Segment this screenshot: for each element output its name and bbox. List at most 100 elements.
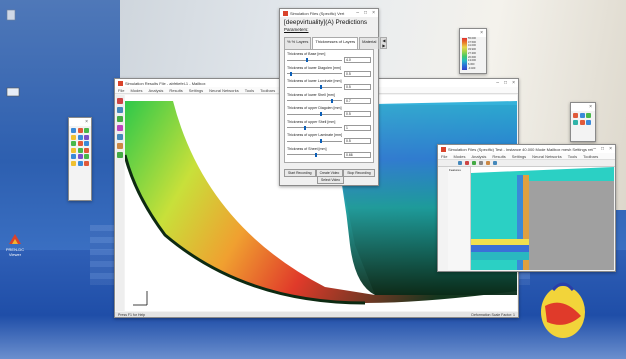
tool-button-icon[interactable] [71, 154, 76, 159]
dialog-titlebar[interactable]: Simulation Files (Specific) Vert – □ × [280, 9, 378, 17]
toolbar-icon[interactable] [479, 161, 483, 165]
tool-button-icon[interactable] [71, 147, 76, 153]
tab-thicknesses[interactable]: Thicknesses of Layers [312, 37, 359, 49]
thickness-value-field[interactable]: 1 [344, 124, 371, 131]
tool-button-icon[interactable] [579, 113, 585, 118]
tool-icon[interactable] [117, 134, 123, 140]
tool-button-icon[interactable] [586, 113, 591, 118]
slider-thumb[interactable] [303, 125, 306, 130]
tool-button-icon[interactable] [586, 119, 591, 125]
minimize-icon[interactable]: – [356, 10, 359, 16]
secondary-titlebar[interactable]: Simulation Files (Specific) Test - Insta… [438, 145, 615, 153]
tool-button-icon[interactable] [84, 147, 89, 153]
thickness-slider[interactable] [287, 98, 342, 103]
close-icon[interactable]: × [480, 30, 483, 36]
menu-analysis[interactable]: Analysis [471, 154, 486, 159]
tool-button-icon[interactable] [71, 128, 76, 133]
slider-thumb[interactable] [320, 112, 322, 116]
secondary-3d-viewport[interactable] [471, 167, 614, 270]
tool-button-icon[interactable] [77, 134, 83, 140]
thickness-slider[interactable] [287, 125, 342, 130]
feature-tree-panel[interactable]: Features [448, 167, 471, 270]
tool-button-icon[interactable] [84, 128, 89, 133]
thickness-slider[interactable] [287, 152, 342, 157]
toolbar-icon[interactable] [465, 161, 469, 165]
thickness-value-field[interactable]: 0.66 [344, 151, 371, 158]
view-toolbox-titlebar[interactable]: × [571, 103, 595, 111]
maximize-icon[interactable]: □ [364, 10, 367, 16]
tab-material[interactable]: Material [359, 37, 380, 49]
toolbar-icon[interactable] [493, 161, 497, 165]
thickness-value-field[interactable]: 0.7 [344, 97, 371, 104]
menu-file[interactable]: File [118, 88, 124, 93]
thickness-slider[interactable] [287, 58, 342, 62]
slider-thumb[interactable] [331, 98, 333, 103]
menu-results[interactable]: Results [492, 154, 505, 159]
toolbox-window[interactable]: × [68, 117, 92, 201]
thickness-value-field[interactable]: 0.5 [344, 111, 371, 117]
minimize-icon[interactable]: – [593, 146, 596, 152]
tool-button-icon[interactable] [71, 134, 76, 140]
menu-results[interactable]: Results [169, 88, 182, 93]
close-icon[interactable]: × [512, 80, 515, 86]
slider-thumb[interactable] [320, 85, 322, 89]
toolbox-titlebar[interactable]: × [69, 118, 91, 126]
toolbar-icon[interactable] [486, 161, 490, 165]
tool-icon[interactable] [117, 125, 123, 131]
legend-titlebar[interactable]: × [460, 29, 486, 37]
toolbar-icon[interactable] [458, 161, 462, 165]
tool-button-icon[interactable] [77, 160, 83, 166]
slider-thumb[interactable] [306, 58, 309, 62]
desktop-icon-top[interactable] [4, 8, 18, 22]
desktop-icon-app[interactable] [8, 232, 22, 246]
tool-button-icon[interactable] [573, 113, 578, 118]
menu-settings[interactable]: Settings [189, 88, 203, 93]
tool-icon[interactable] [117, 152, 123, 158]
minimize-icon[interactable]: – [496, 80, 499, 86]
tool-icon[interactable] [117, 116, 123, 122]
start-recording-button[interactable]: Start Recording [284, 169, 316, 177]
tool-button-icon[interactable] [71, 160, 76, 166]
tool-button-icon[interactable] [71, 141, 76, 146]
slider-thumb[interactable] [320, 139, 322, 143]
menu-neural-networks[interactable]: Neural Networks [532, 154, 562, 159]
menu-tools[interactable]: Tools [568, 154, 577, 159]
thickness-slider[interactable] [287, 139, 342, 143]
tool-button-icon[interactable] [84, 154, 89, 159]
close-icon[interactable]: × [609, 146, 612, 152]
menu-modes[interactable]: Modes [130, 88, 142, 93]
maximize-icon[interactable]: □ [601, 146, 604, 152]
thickness-slider[interactable] [287, 85, 342, 89]
tool-button-icon[interactable] [84, 134, 89, 140]
desktop-icon-mid[interactable] [6, 86, 20, 100]
secondary-results-window[interactable]: Simulation Files (Specific) Test - Insta… [437, 144, 616, 272]
tool-icon[interactable] [117, 98, 123, 104]
predictions-dialog[interactable]: Simulation Files (Specific) Vert – □ × [de… [279, 8, 388, 186]
maximize-icon[interactable]: □ [504, 80, 507, 86]
view-toolbox-window[interactable]: × [570, 102, 596, 142]
menu-tools[interactable]: Tools [245, 88, 254, 93]
thickness-slider[interactable] [287, 112, 342, 116]
slider-thumb[interactable] [289, 71, 292, 76]
tool-button-icon[interactable] [77, 141, 83, 146]
menu-modes[interactable]: Modes [453, 154, 465, 159]
menu-toolbars[interactable]: Toolbars [260, 88, 275, 93]
thickness-value-field[interactable]: 0.5 [344, 70, 371, 77]
close-icon[interactable]: × [589, 104, 592, 110]
tool-icon[interactable] [117, 107, 123, 113]
tool-button-icon[interactable] [84, 160, 89, 166]
menu-neural-networks[interactable]: Neural Networks [209, 88, 239, 93]
legend-window[interactable]: × 55.000 47.500 41.000 33.900 27.300 20.… [459, 28, 487, 74]
thickness-value-field[interactable]: 0.5 [344, 138, 371, 144]
close-icon[interactable]: × [85, 119, 88, 125]
tool-button-icon[interactable] [573, 119, 578, 125]
thickness-value-field[interactable]: 0.5 [344, 84, 371, 90]
tool-button-icon[interactable] [84, 141, 89, 146]
slider-thumb[interactable] [314, 152, 317, 157]
menu-file[interactable]: File [441, 154, 447, 159]
thickness-value-field[interactable]: 4.0 [344, 57, 371, 63]
tool-button-icon[interactable] [579, 119, 585, 125]
stop-recording-button[interactable]: Stop Recording [343, 169, 375, 177]
thickness-slider[interactable] [287, 71, 342, 76]
menu-analysis[interactable]: Analysis [148, 88, 163, 93]
